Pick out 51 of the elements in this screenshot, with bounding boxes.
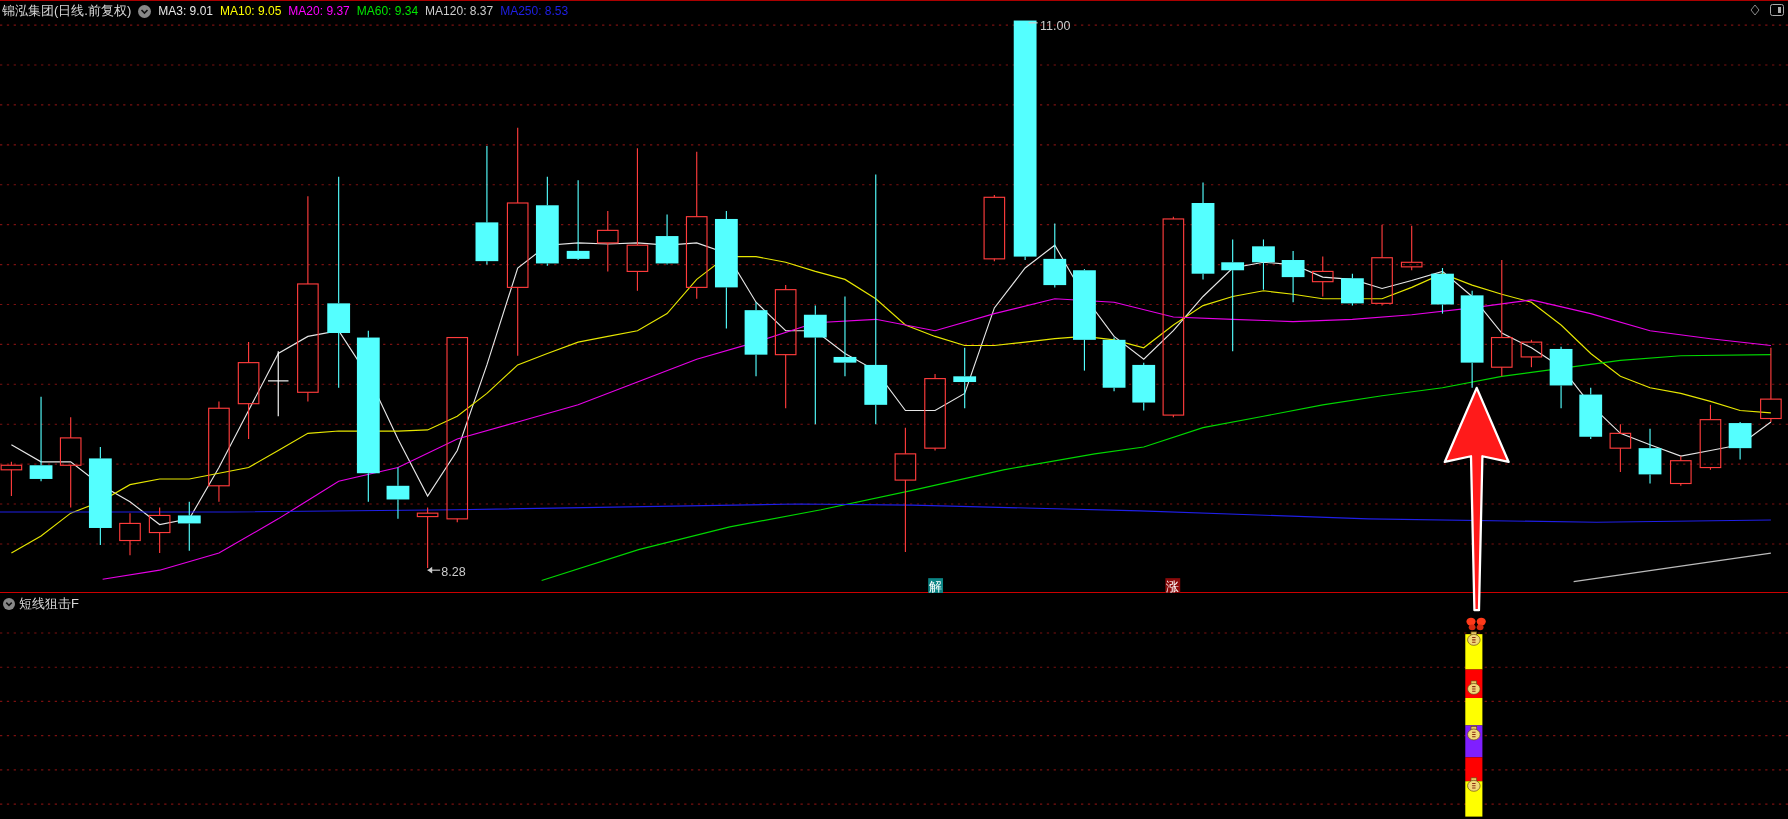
high-price-label: 11.00 xyxy=(1039,18,1071,33)
candlestick xyxy=(1281,250,1305,303)
panel-icon[interactable] xyxy=(1770,4,1784,16)
candlestick xyxy=(655,213,679,266)
indicator-value: MA3: 9.01 xyxy=(158,4,213,18)
candlestick xyxy=(596,210,619,272)
money-bag-icon xyxy=(1467,777,1481,792)
candlestick xyxy=(1400,225,1423,271)
candlestick xyxy=(1609,423,1632,473)
candlestick xyxy=(148,506,171,554)
candlestick xyxy=(1341,273,1364,307)
indicator-value: MA250: 8.53 xyxy=(500,4,569,18)
candlestick xyxy=(1311,256,1334,298)
money-bag-icon xyxy=(1467,631,1481,646)
indicator-value: MA60: 9.34 xyxy=(356,4,419,18)
indicator-value: MA10: 9.05 xyxy=(220,4,282,18)
candlestick xyxy=(1132,362,1156,412)
diamond-icon[interactable] xyxy=(1750,4,1760,16)
money-bag-icon xyxy=(1467,726,1481,741)
candlestick xyxy=(1431,267,1454,315)
low-price-label: 8.28 xyxy=(441,564,466,579)
candlestick xyxy=(386,467,410,520)
indicator-title: 短线狙击F xyxy=(19,595,79,613)
candlestick xyxy=(119,512,141,556)
candlestick xyxy=(1102,337,1126,392)
candlestick xyxy=(1579,387,1603,440)
candlestick xyxy=(953,347,977,409)
dropdown-icon[interactable] xyxy=(138,4,152,18)
candlestick xyxy=(1699,404,1722,471)
candlestick xyxy=(177,501,201,552)
indicator-value: MA120: 8.37 xyxy=(425,4,494,18)
candlestick xyxy=(1638,428,1662,485)
candlestick xyxy=(1252,238,1275,291)
candlestick xyxy=(1043,222,1067,288)
dropdown-icon[interactable] xyxy=(3,598,15,610)
candlestick xyxy=(983,194,1006,262)
butterfly-icon xyxy=(1466,617,1486,631)
candlestick xyxy=(267,350,290,417)
signal-marker-text: 涨 xyxy=(1165,579,1179,593)
signal-marker-text: 解 xyxy=(928,579,942,593)
candlestick xyxy=(1670,455,1692,487)
candlestick xyxy=(1520,339,1543,368)
candlestick xyxy=(1549,346,1573,409)
candlestick xyxy=(0,461,23,497)
indicator-value: MA20: 9.37 xyxy=(288,4,350,18)
leader-line xyxy=(1028,22,1039,24)
leader-line xyxy=(427,566,441,574)
money-bag-icon xyxy=(1467,680,1481,695)
candlestick xyxy=(1728,421,1752,461)
candlestick xyxy=(416,506,439,569)
chart-title: 锦泓集团(日线.前复权) xyxy=(2,2,132,20)
